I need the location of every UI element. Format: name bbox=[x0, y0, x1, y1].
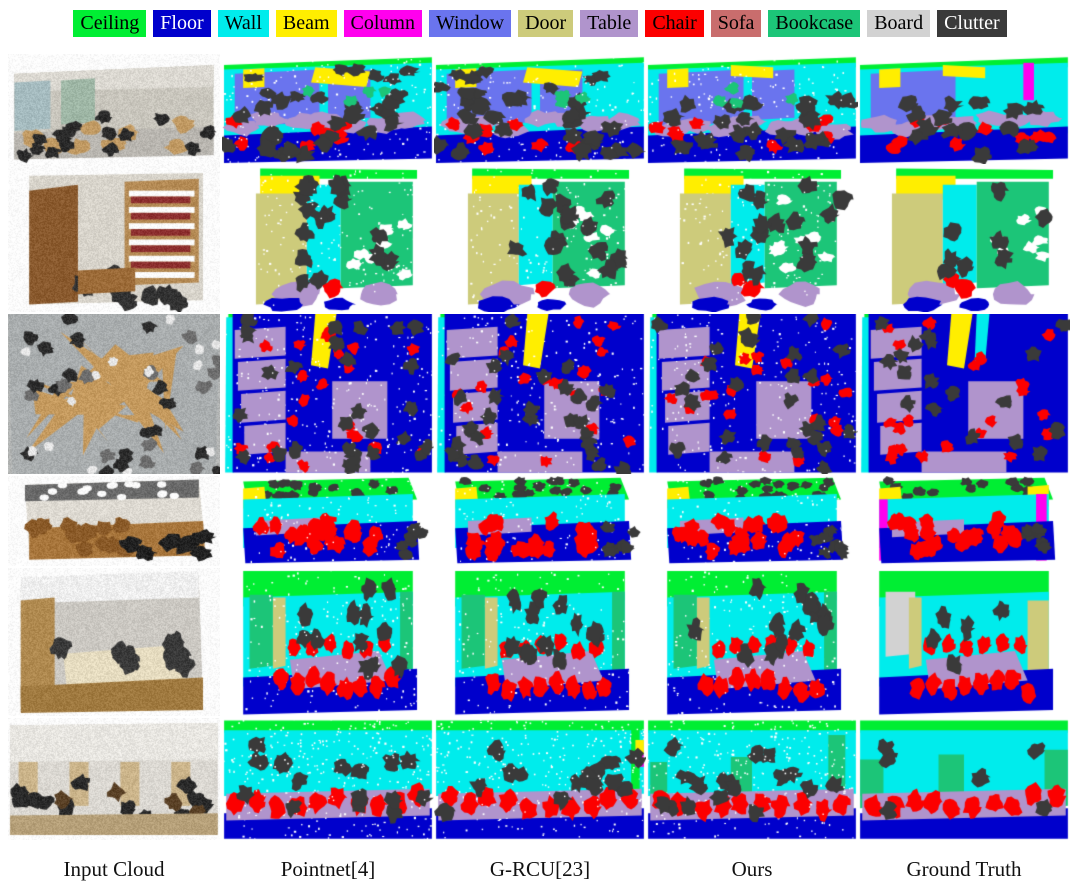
point-cloud-input-canvas bbox=[8, 314, 220, 474]
class-color-legend: Ceiling Floor Wall Beam Column Window Door Tabl… bbox=[0, 0, 1080, 46]
segmentation-result-canvas bbox=[858, 476, 1070, 566]
cell-office-topdown-grcu bbox=[434, 314, 646, 474]
cell-office-bookcase-pointnet bbox=[222, 164, 434, 312]
segmentation-result-canvas bbox=[222, 718, 434, 840]
results-grid bbox=[0, 46, 1080, 852]
legend-item-bookcase: Bookcase bbox=[768, 9, 861, 37]
segmentation-result-canvas bbox=[646, 314, 858, 474]
cell-office-open-plan-ground_truth bbox=[858, 54, 1070, 164]
cell-auditorium-ground_truth bbox=[858, 476, 1070, 566]
point-cloud-input-canvas bbox=[8, 476, 220, 566]
cell-conference-room-pointnet bbox=[222, 568, 434, 716]
cell-office-bookcase-grcu bbox=[434, 164, 646, 312]
results-row bbox=[0, 314, 1080, 474]
point-cloud-input-canvas bbox=[8, 164, 220, 312]
cell-meeting-row-input bbox=[8, 718, 220, 840]
cell-meeting-row-grcu bbox=[434, 718, 646, 840]
segmentation-result-canvas bbox=[434, 54, 646, 164]
segmentation-result-canvas bbox=[222, 476, 434, 566]
segmentation-result-canvas bbox=[434, 718, 646, 840]
segmentation-result-canvas bbox=[646, 164, 858, 312]
cell-office-topdown-input bbox=[8, 314, 220, 474]
caption-input: Input Cloud bbox=[63, 857, 165, 881]
segmentation-result-canvas bbox=[646, 568, 858, 716]
point-cloud-input-canvas bbox=[8, 54, 220, 164]
results-row bbox=[0, 718, 1080, 840]
cell-conference-room-ground_truth bbox=[858, 568, 1070, 716]
segmentation-result-canvas bbox=[222, 54, 434, 164]
cell-conference-room-grcu bbox=[434, 568, 646, 716]
legend-item-window: Window bbox=[428, 9, 512, 37]
cell-meeting-row-ours bbox=[646, 718, 858, 840]
legend-item-sofa: Sofa bbox=[710, 9, 762, 37]
legend-item-table: Table bbox=[580, 9, 639, 37]
point-cloud-input-canvas bbox=[8, 718, 220, 840]
cell-office-open-plan-pointnet bbox=[222, 54, 434, 164]
legend-item-column: Column bbox=[343, 9, 422, 37]
cell-office-topdown-ours bbox=[646, 314, 858, 474]
results-row bbox=[0, 476, 1080, 566]
legend-item-floor: Floor bbox=[153, 9, 211, 37]
segmentation-result-canvas bbox=[858, 164, 1070, 312]
segmentation-result-canvas bbox=[858, 54, 1070, 164]
segmentation-result-canvas bbox=[222, 314, 434, 474]
cell-office-topdown-pointnet bbox=[222, 314, 434, 474]
column-captions: Input Cloud Pointnet[4] G-RCU[23] Ours Groun… bbox=[0, 852, 1080, 888]
cell-meeting-row-ground_truth bbox=[858, 718, 1070, 840]
segmentation-result-canvas bbox=[434, 568, 646, 716]
segmentation-result-canvas bbox=[646, 718, 858, 840]
cell-office-bookcase-ground_truth bbox=[858, 164, 1070, 312]
caption-pointnet: Pointnet[4] bbox=[280, 857, 376, 881]
legend-item-beam: Beam bbox=[275, 9, 337, 37]
segmentation-result-canvas bbox=[434, 164, 646, 312]
segmentation-result-canvas bbox=[434, 314, 646, 474]
legend-item-chair: Chair bbox=[645, 9, 704, 37]
segmentation-result-canvas bbox=[858, 314, 1070, 474]
point-cloud-input-canvas bbox=[8, 568, 220, 716]
segmentation-result-canvas bbox=[646, 476, 858, 566]
cell-conference-room-ours bbox=[646, 568, 858, 716]
segmentation-result-canvas bbox=[222, 568, 434, 716]
segmentation-result-canvas bbox=[858, 718, 1070, 840]
legend-item-board: Board bbox=[867, 9, 931, 37]
caption-ours: Ours bbox=[731, 857, 773, 881]
legend-item-clutter: Clutter bbox=[937, 9, 1007, 37]
results-row bbox=[0, 568, 1080, 716]
cell-office-bookcase-input bbox=[8, 164, 220, 312]
cell-auditorium-ours bbox=[646, 476, 858, 566]
cell-office-open-plan-grcu bbox=[434, 54, 646, 164]
cell-meeting-row-pointnet bbox=[222, 718, 434, 840]
caption-grcu: G-RCU[23] bbox=[489, 857, 591, 881]
cell-office-open-plan-ours bbox=[646, 54, 858, 164]
cell-conference-room-input bbox=[8, 568, 220, 716]
segmentation-result-canvas bbox=[434, 476, 646, 566]
results-row bbox=[0, 54, 1080, 164]
segmentation-result-canvas bbox=[858, 568, 1070, 716]
legend-item-wall: Wall bbox=[217, 9, 269, 37]
cell-office-bookcase-ours bbox=[646, 164, 858, 312]
cell-auditorium-input bbox=[8, 476, 220, 566]
cell-auditorium-pointnet bbox=[222, 476, 434, 566]
legend-item-door: Door bbox=[518, 9, 574, 37]
cell-office-topdown-ground_truth bbox=[858, 314, 1070, 474]
results-row bbox=[0, 164, 1080, 312]
cell-office-open-plan-input bbox=[8, 54, 220, 164]
segmentation-result-canvas bbox=[646, 54, 858, 164]
cell-auditorium-grcu bbox=[434, 476, 646, 566]
segmentation-result-canvas bbox=[222, 164, 434, 312]
legend-item-ceiling: Ceiling bbox=[73, 9, 147, 37]
caption-ground_truth: Ground Truth bbox=[906, 857, 1022, 881]
